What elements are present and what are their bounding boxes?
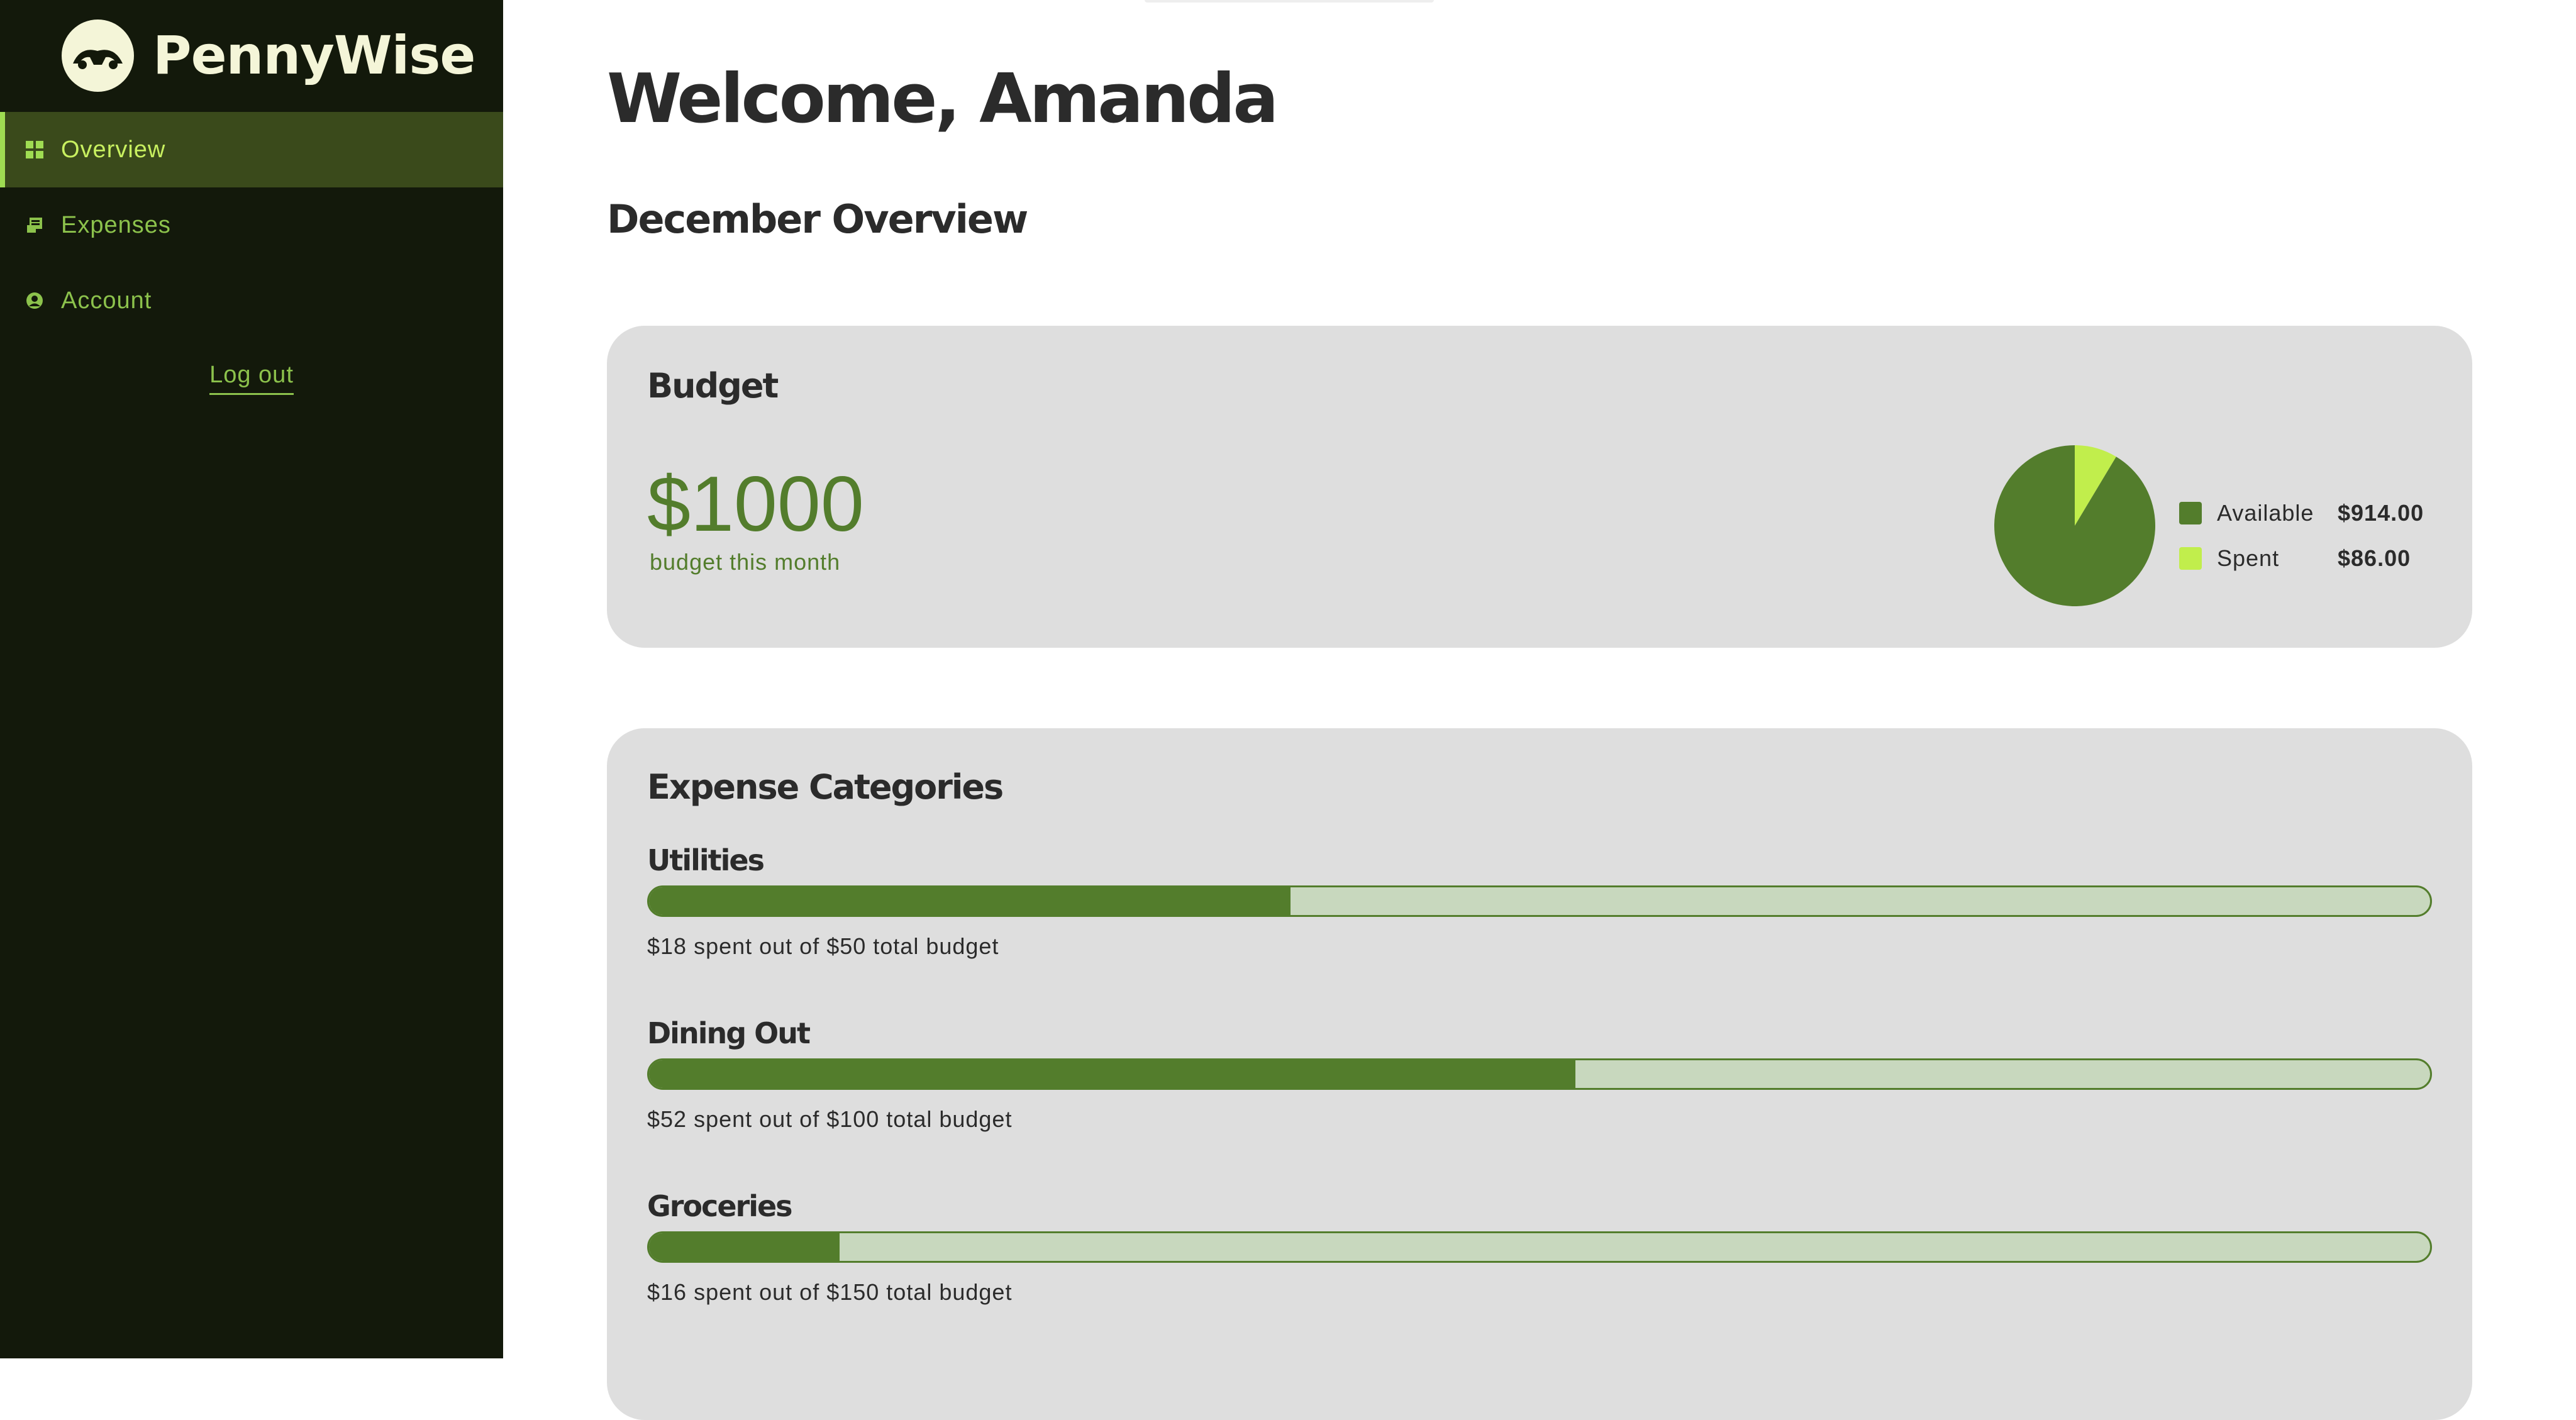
sidebar-nav: Overview Expenses Account bbox=[0, 112, 503, 338]
budget-card: Budget $1000 budget this month Available… bbox=[607, 326, 2472, 648]
sidebar-item-label: Expenses bbox=[61, 211, 171, 238]
legend-value: $914.00 bbox=[2338, 500, 2424, 526]
page-subtitle: December Overview bbox=[607, 196, 1028, 242]
page-title: Welcome, Amanda bbox=[607, 60, 1279, 138]
legend-item-spent: Spent $86.00 bbox=[2179, 536, 2424, 581]
category-progress-bar bbox=[647, 1058, 2432, 1090]
category-name: Utilities bbox=[647, 843, 765, 877]
legend-item-available: Available $914.00 bbox=[2179, 491, 2424, 536]
category-note: $16 spent out of $150 total budget bbox=[647, 1279, 1013, 1305]
expense-categories-card: Expense Categories Utilities $18 spent o… bbox=[607, 728, 2472, 1420]
piggy-logo-icon bbox=[62, 19, 134, 92]
legend-label: Available bbox=[2217, 500, 2314, 526]
category-dining-out: Dining Out $52 spent out of $100 total b… bbox=[647, 1014, 2432, 1133]
sidebar-item-expenses[interactable]: Expenses bbox=[0, 187, 503, 263]
brand[interactable]: PennyWise bbox=[62, 19, 475, 92]
receipt-icon bbox=[25, 216, 44, 235]
legend-swatch bbox=[2179, 502, 2202, 524]
main-content: Welcome, Amanda December Overview Budget… bbox=[503, 0, 2576, 1420]
progress-fill bbox=[649, 887, 1291, 915]
logout-container: Log out bbox=[0, 362, 503, 395]
legend-swatch bbox=[2179, 547, 2202, 570]
sidebar-item-label: Account bbox=[61, 287, 152, 314]
category-utilities: Utilities $18 spent out of $50 total bud… bbox=[647, 841, 2432, 960]
brand-name: PennyWise bbox=[153, 25, 475, 86]
top-shadow bbox=[1145, 0, 1434, 3]
progress-fill bbox=[649, 1233, 840, 1261]
category-progress-bar bbox=[647, 1231, 2432, 1263]
user-circle-icon bbox=[25, 291, 44, 310]
sidebar-item-label: Overview bbox=[61, 136, 166, 163]
logout-link[interactable]: Log out bbox=[209, 362, 294, 395]
category-name: Groceries bbox=[647, 1189, 793, 1223]
category-note: $52 spent out of $100 total budget bbox=[647, 1106, 1013, 1132]
sidebar-item-overview[interactable]: Overview bbox=[0, 112, 503, 187]
category-progress-bar bbox=[647, 885, 2432, 917]
progress-fill bbox=[649, 1060, 1575, 1088]
budget-amount: $1000 bbox=[647, 461, 864, 548]
category-name: Dining Out bbox=[647, 1016, 811, 1050]
category-note: $18 spent out of $50 total budget bbox=[647, 933, 999, 959]
pie-slice-available bbox=[1994, 445, 2155, 606]
budget-pie-chart bbox=[1994, 445, 2155, 606]
budget-caption: budget this month bbox=[650, 549, 841, 575]
pie-legend: Available $914.00 Spent $86.00 bbox=[2179, 491, 2424, 581]
category-groceries: Groceries $16 spent out of $150 total bu… bbox=[647, 1187, 2432, 1306]
grid-icon bbox=[25, 140, 44, 159]
budget-card-title: Budget bbox=[647, 366, 779, 406]
categories-card-title: Expense Categories bbox=[647, 767, 1004, 807]
sidebar-item-account[interactable]: Account bbox=[0, 263, 503, 338]
legend-value: $86.00 bbox=[2338, 545, 2411, 571]
legend-label: Spent bbox=[2217, 545, 2280, 571]
sidebar: PennyWise Overview Expenses Account Log … bbox=[0, 0, 503, 1358]
